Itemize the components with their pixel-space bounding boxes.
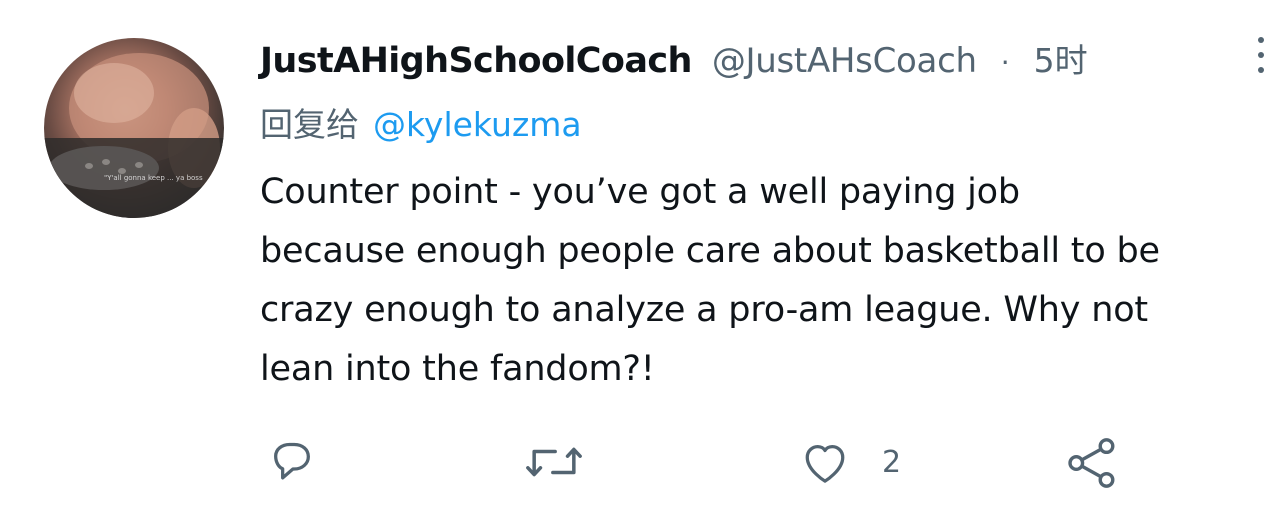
more-options-icon[interactable] — [1246, 32, 1276, 78]
reply-button[interactable] — [264, 434, 320, 490]
reply-prefix: 回复给 — [260, 105, 359, 144]
avatar-caption: "Y'all gonna keep ... ya boss — [104, 174, 203, 182]
share-icon — [1068, 438, 1115, 488]
tweet-text-line: Counter point - you’ve got a well paying… — [260, 172, 1020, 212]
reply-target-link[interactable]: @kylekuzma — [373, 105, 582, 144]
tweet-card[interactable]: "Y'all gonna keep ... ya boss JustAHighS… — [0, 0, 1282, 528]
reply-context: 回复给 @kylekuzma — [260, 98, 582, 146]
action-bar: 2 — [0, 420, 1282, 510]
timestamp[interactable]: 5时 — [1034, 34, 1088, 82]
heart-icon — [805, 444, 845, 483]
retweet-icon — [526, 447, 582, 477]
avatar[interactable]: "Y'all gonna keep ... ya boss — [44, 38, 224, 218]
user-handle[interactable]: @JustAHsCoach — [712, 41, 977, 81]
separator-dot: · — [1000, 46, 1010, 79]
tweet-text-line: because enough people care about basketb… — [260, 231, 1160, 271]
retweet-button[interactable] — [522, 434, 586, 490]
tweet-text-line: crazy enough to analyze a pro-am league.… — [260, 290, 1148, 330]
tweet-header: JustAHighSchoolCoach @JustAHsCoach · 5时 — [260, 34, 1088, 82]
tweet-text: Counter point - you’ve got a well paying… — [260, 163, 1275, 399]
avatar-image — [44, 53, 224, 218]
display-name[interactable]: JustAHighSchoolCoach — [260, 41, 692, 81]
share-button[interactable] — [1062, 434, 1122, 492]
like-count: 2 — [882, 444, 902, 480]
like-button[interactable]: 2 — [796, 434, 901, 490]
tweet-text-line: lean into the fandom?! — [260, 349, 655, 389]
reply-icon — [274, 442, 310, 480]
